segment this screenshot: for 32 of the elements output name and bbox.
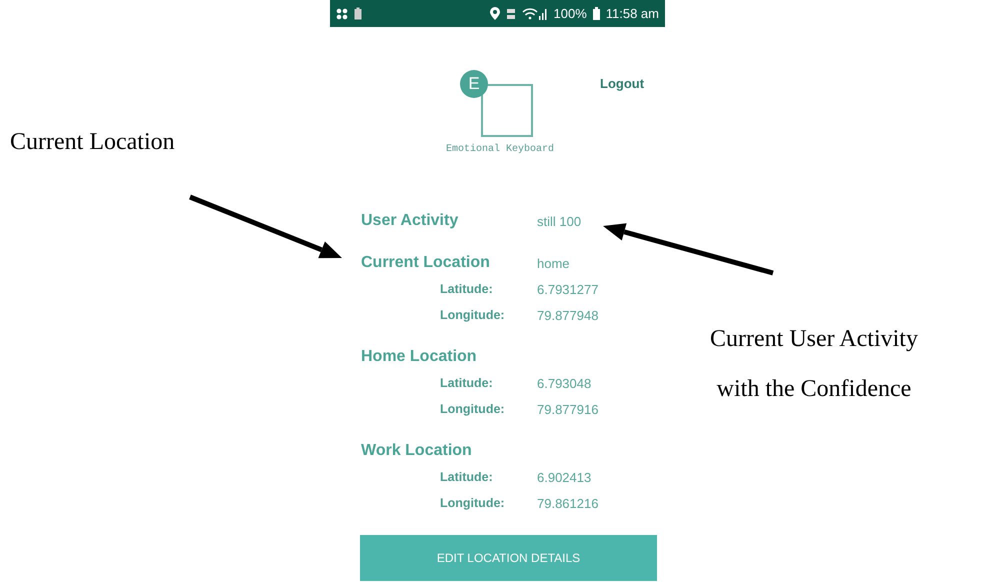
location-icon [490,7,500,20]
field-value: 79.861216 [537,496,598,510]
annotation-text: with the Confidence [716,375,912,403]
field-label: Longitude: [440,402,506,416]
logout-link[interactable]: Logout [600,76,644,92]
section-value: still 100 [537,214,582,228]
app-name: Emotional Keyboard [446,144,556,155]
section-title: Current Location [361,254,491,272]
wifi-signal-icon [522,8,548,20]
battery-icon [354,7,362,20]
section-title: Home Location [361,348,478,366]
apps-icon [336,8,348,20]
section-value: home [537,256,570,270]
field-value: 6.902413 [537,470,592,484]
field-value: 79.877916 [537,402,598,416]
field-label: Longitude: [440,496,506,510]
section-title: User Activity [361,212,460,230]
battery-percent: 100% [554,6,587,21]
annotation-text: Current User Activity [710,325,918,353]
field-label: Latitude: [440,376,494,390]
annotation-text: Current Location [10,128,175,156]
field-label: Latitude: [440,470,494,484]
clock: 11:58 am [606,6,659,21]
field-value: 6.7931277 [537,282,598,296]
logo-badge: E [460,70,488,98]
field-label: Longitude: [440,308,506,322]
section-title: Work Location [361,442,473,460]
volte-icon [506,8,516,20]
field-value: 6.793048 [537,376,592,390]
battery-icon [592,7,600,20]
field-label: Latitude: [440,282,494,296]
field-value: 79.877948 [537,308,598,322]
